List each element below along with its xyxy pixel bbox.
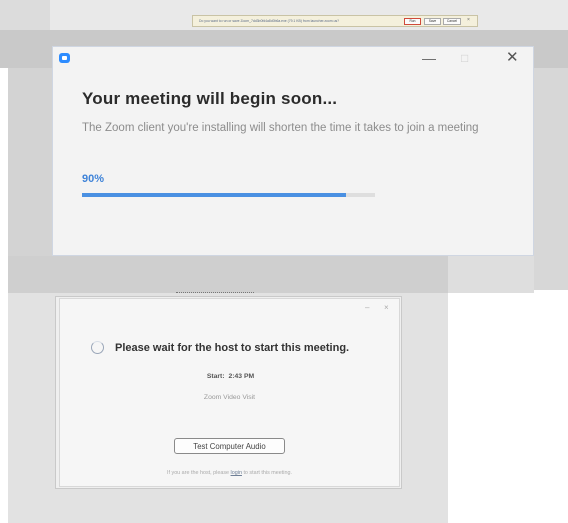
close-button[interactable]: × xyxy=(384,303,389,312)
waiting-for-host-dialog: – × Please wait for the host to start th… xyxy=(59,298,400,487)
save-button[interactable]: Save xyxy=(424,18,441,25)
gray-band-right xyxy=(534,68,568,290)
start-label: Start: xyxy=(206,373,225,380)
loading-spinner-icon xyxy=(91,341,104,354)
host-login-note: If you are the host, please login to sta… xyxy=(60,470,399,476)
download-prompt-text: Do you want to run or save Zoom_7dd3b0fd… xyxy=(199,19,340,23)
close-icon[interactable]: × xyxy=(467,17,470,23)
meeting-start-time: Start: 2:43 PM xyxy=(60,373,399,380)
meeting-name: Zoom Video Visit xyxy=(203,394,256,401)
progress-bar xyxy=(82,193,375,197)
close-button[interactable]: ✕ xyxy=(506,50,519,66)
minimize-button[interactable]: – xyxy=(365,303,369,312)
host-note-suffix: to start this meeting. xyxy=(243,470,292,476)
test-computer-audio-button[interactable]: Test Computer Audio xyxy=(174,438,285,454)
gray-band-left xyxy=(8,68,52,258)
run-button[interactable]: Run xyxy=(404,18,421,25)
gray-band-middle-light xyxy=(448,256,534,293)
gray-band-middle xyxy=(8,256,448,293)
start-time: 2:43 PM xyxy=(228,373,255,380)
zoom-installer-window: — □ ✕ Your meeting will begin soon... Th… xyxy=(52,46,534,256)
installer-description: The Zoom client you're installing will s… xyxy=(82,122,479,134)
waiting-message: Please wait for the host to start this m… xyxy=(115,342,350,354)
host-note-prefix: If you are the host, please xyxy=(167,470,230,476)
progress-bar-fill xyxy=(82,193,346,197)
download-notification-bar: Do you want to run or save Zoom_7dd3b0fd… xyxy=(192,15,478,27)
minimize-button[interactable]: — xyxy=(422,50,436,66)
zoom-logo-icon xyxy=(59,53,70,63)
progress-percent: 90% xyxy=(82,173,105,185)
title-bar: — □ ✕ xyxy=(53,47,533,71)
login-link[interactable]: login xyxy=(231,470,242,476)
page-title: Your meeting will begin soon... xyxy=(82,89,338,108)
maximize-button[interactable]: □ xyxy=(461,50,468,66)
cancel-button[interactable]: Cancel xyxy=(443,18,461,25)
